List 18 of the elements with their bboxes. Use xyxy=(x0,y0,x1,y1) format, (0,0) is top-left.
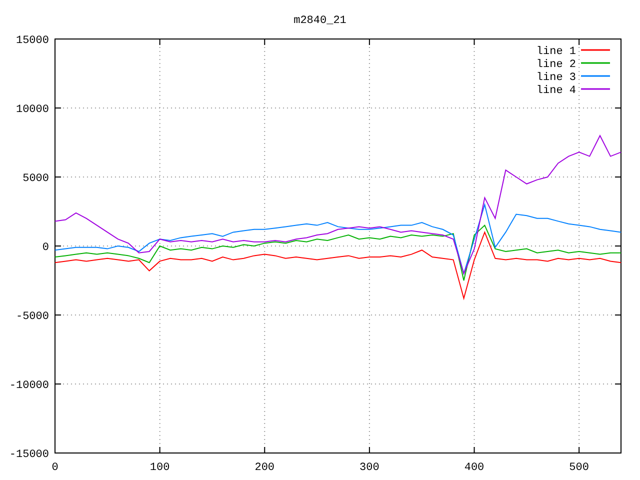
x-tick-label: 300 xyxy=(360,462,380,474)
x-tick-label: 500 xyxy=(569,462,589,474)
legend-label: line 4 xyxy=(536,85,576,97)
x-tick-label: 200 xyxy=(254,462,275,474)
y-tick-label: 10000 xyxy=(16,104,49,116)
x-tick-label: 400 xyxy=(464,462,484,474)
legend-label: line 1 xyxy=(536,46,576,58)
x-tick-label: 100 xyxy=(150,462,170,474)
x-tick-label: 0 xyxy=(52,462,58,474)
chart-title: m2840_21 xyxy=(294,15,346,27)
y-tick-label: -5000 xyxy=(16,311,49,323)
legend-label: line 2 xyxy=(536,59,576,71)
y-tick-label: -15000 xyxy=(9,449,49,461)
y-tick-label: 5000 xyxy=(22,173,49,185)
y-tick-label: 0 xyxy=(42,242,49,254)
legend-label: line 3 xyxy=(536,72,576,84)
y-tick-label: 15000 xyxy=(16,35,49,47)
y-tick-label: -10000 xyxy=(9,380,49,392)
